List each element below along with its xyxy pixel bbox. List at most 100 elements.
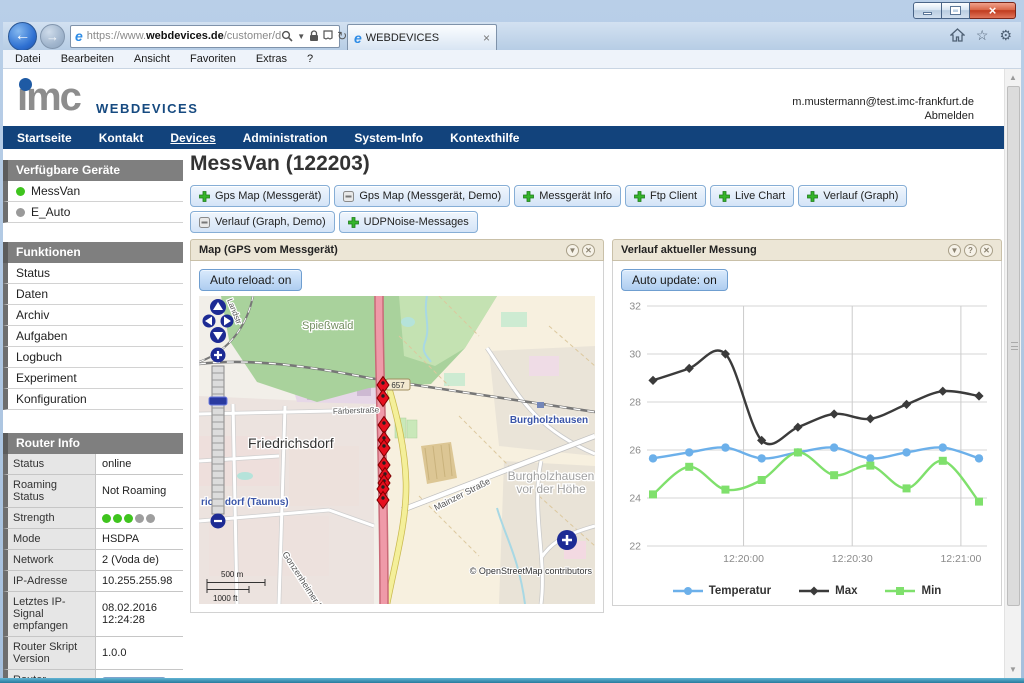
map-label-town-right: Burgholzhausen [510,415,588,426]
browser-toolbar: ← → e https://www.webdevices.de/customer… [3,22,1021,50]
close-panel-icon[interactable]: ✕ [582,244,595,257]
scrollbar-thumb[interactable] [1007,86,1020,606]
scroll-up-icon[interactable]: ▲ [1005,69,1021,86]
sidebar-item-archiv[interactable]: Archiv [3,305,183,326]
sidebar: Verfügbare Geräte MessVan E_Auto Funktio… [3,160,183,678]
compatibility-view-icon[interactable] [323,30,333,42]
url-path: /customer/d [224,30,281,42]
router-row-network: Network2 (Voda de) [3,550,183,571]
nav-system-info[interactable]: System-Info [354,131,423,145]
widget-toolbar: Gps Map (Messgerät) Gps Map (Messgerät, … [190,185,1010,233]
window-bottom-border [0,678,1024,683]
road-shield-label: 657 [391,381,405,390]
close-window-button[interactable]: × [970,2,1016,19]
back-button[interactable]: ← [8,22,37,51]
map-label-forest: Spießwald [302,320,353,332]
layer-switcher-button[interactable] [557,530,577,550]
close-panel-icon[interactable]: ✕ [980,244,993,257]
legend-item: Min [885,585,941,597]
tab-close-icon[interactable]: × [483,31,490,45]
sidebar-item-experiment[interactable]: Experiment [3,368,183,389]
osm-map[interactable]: 657 Spießwald Friedrichsdorf Färberstraß… [199,296,595,604]
device-status-dot-gray [16,208,25,217]
sidebar-item-e-auto[interactable]: E_Auto [3,202,183,223]
gps-map-demo-button[interactable]: Gps Map (Messgerät, Demo) [334,185,510,207]
sidebar-item-status[interactable]: Status [3,263,183,284]
svg-text:12:20:00: 12:20:00 [723,553,764,565]
router-row-last-signal: Letztes IP-Signal empfangen08.02.2016 12… [3,592,183,637]
address-bar[interactable]: e https://www.webdevices.de/customer/d ▼… [70,25,340,48]
router-row-status: Statusonline [3,454,183,475]
menu-datei[interactable]: Datei [15,53,41,65]
page-title: MessVan (122203) [190,152,1002,176]
verlauf-graph-button[interactable]: Verlauf (Graph) [798,185,907,207]
maximize-button[interactable] [942,2,970,19]
logo-webdevices-label: WEBDEVICES [96,101,198,116]
collapse-panel-icon[interactable]: ▼ [948,244,961,257]
map-label-street1: Färberstraße [333,405,380,416]
nav-devices[interactable]: Devices [170,131,215,145]
map-label-town-right2a: Burgholzhausen [508,469,595,483]
window-caption-buttons: × [913,2,1016,19]
settings-gear-icon[interactable]: ⚙ [999,28,1012,42]
nav-administration[interactable]: Administration [243,131,328,145]
menu-help[interactable]: ? [307,53,313,65]
sidebar-item-messvan[interactable]: MessVan [3,181,183,202]
refresh-icon[interactable]: ↻ [337,30,347,42]
devices-section-header: Verfügbare Geräte [3,160,183,181]
imc-logo-dot [19,78,32,91]
vertical-scrollbar[interactable]: ▲ ▼ [1004,69,1021,678]
auto-reload-button[interactable]: Auto reload: on [199,269,302,291]
sidebar-item-daten[interactable]: Daten [3,284,183,305]
osm-attribution: © OpenStreetMap contributors [470,566,593,576]
plus-icon [719,191,730,202]
favorites-star-icon[interactable]: ☆ [976,28,989,42]
router-row-mode: ModeHSDPA [3,529,183,550]
menu-favoriten[interactable]: Favoriten [190,53,236,65]
menu-bar: Datei Bearbeiten Ansicht Favoriten Extra… [3,50,1021,69]
map-label-town-right2b: vor der Höhe [516,482,586,496]
address-dropdown-icon[interactable]: ▼ [297,32,305,41]
nav-startseite[interactable]: Startseite [17,131,72,145]
zoom-slider-handle [209,397,227,405]
verlauf-graph-demo-button[interactable]: Verlauf (Graph, Demo) [190,211,335,233]
ftp-client-button[interactable]: Ftp Client [625,185,706,207]
map-label-city: Friedrichsdorf [248,435,334,451]
router-row-standort: Router-StandortAnzeigen [3,670,183,678]
map-panel: Map (GPS vom Messgerät) ▼ ✕ Auto reload:… [190,239,604,613]
auto-update-button[interactable]: Auto update: on [621,269,728,291]
messgeraet-info-button[interactable]: Messgerät Info [514,185,621,207]
nav-kontakt[interactable]: Kontakt [99,131,144,145]
lock-icon [309,30,319,42]
logout-link[interactable]: Abmelden [792,109,974,123]
collapse-panel-icon[interactable]: ▼ [566,244,579,257]
sidebar-item-logbuch[interactable]: Logbuch [3,347,183,368]
menu-bearbeiten[interactable]: Bearbeiten [61,53,114,65]
minus-icon [343,191,354,202]
functions-section-header: Funktionen [3,242,183,263]
nav-kontexthilfe[interactable]: Kontexthilfe [450,131,519,145]
live-chart-button[interactable]: Live Chart [710,185,794,207]
plus-icon [523,191,534,202]
svg-text:26: 26 [629,445,641,457]
udpnoise-messages-button[interactable]: UDPNoise-Messages [339,211,478,233]
scale-meters-label: 500 m [221,570,244,579]
search-icon[interactable] [281,30,293,42]
menu-extras[interactable]: Extras [256,53,287,65]
home-icon[interactable] [950,28,965,42]
forward-button[interactable]: → [40,24,65,49]
menu-ansicht[interactable]: Ansicht [134,53,170,65]
tab-favicon: e [354,30,362,46]
scroll-down-icon[interactable]: ▼ [1005,661,1021,678]
help-panel-icon[interactable]: ? [964,244,977,257]
sidebar-item-konfiguration[interactable]: Konfiguration [3,389,183,410]
svg-text:12:20:30: 12:20:30 [832,553,873,565]
minus-icon [199,217,210,228]
main-navigation: Startseite Kontakt Devices Administratio… [3,126,1004,149]
minimize-button[interactable] [913,2,942,19]
sidebar-item-aufgaben[interactable]: Aufgaben [3,326,183,347]
gps-map-messgeraet-button[interactable]: Gps Map (Messgerät) [190,185,330,207]
browser-tab[interactable]: e WEBDEVICES × [347,24,497,50]
map-panel-title: Map (GPS vom Messgerät) [199,244,338,256]
map-zoom-control[interactable] [209,348,227,529]
